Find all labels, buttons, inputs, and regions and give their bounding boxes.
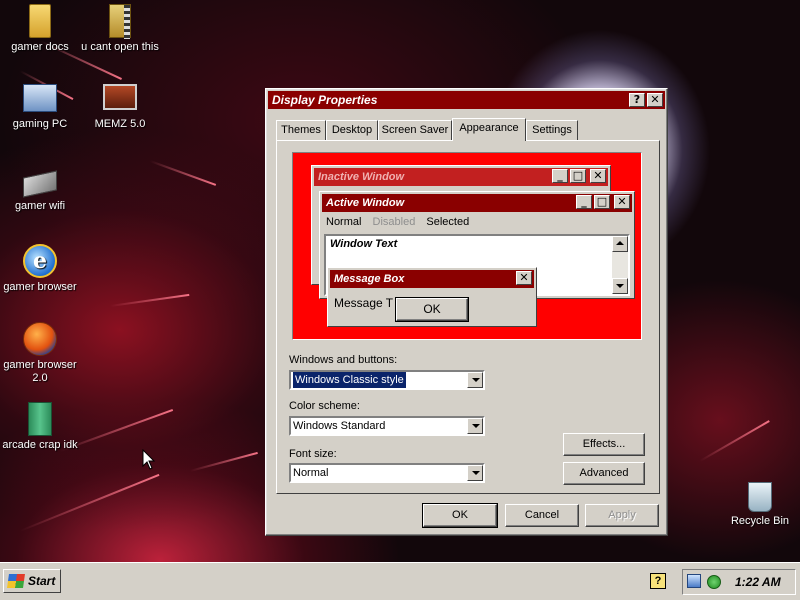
security-shield-icon[interactable] [707, 575, 721, 589]
memz-app-icon [103, 84, 137, 110]
firefox-icon [23, 322, 57, 356]
advanced-button[interactable]: Advanced [563, 462, 645, 485]
start-label: Start [28, 574, 56, 588]
tab-settings[interactable]: Settings [526, 120, 578, 140]
apply-button: Apply [585, 504, 659, 527]
scroll-up-icon [612, 236, 628, 252]
mouse-cursor-icon [142, 449, 156, 470]
appearance-preview: Inactive Window _ □ ✕ Active Window _ □ … [292, 152, 642, 340]
maximize-icon: □ [570, 169, 586, 183]
help-tray-icon[interactable]: ? [650, 573, 666, 589]
ok-button[interactable]: OK [422, 503, 498, 528]
cancel-button[interactable]: Cancel [505, 504, 579, 527]
preview-menu-selected: Selected [426, 216, 470, 228]
dialog-title-bar[interactable]: Display Properties ? ✕ [268, 91, 665, 109]
dialog-title: Display Properties [272, 93, 378, 107]
start-button[interactable]: Start [3, 569, 61, 593]
minimize-icon: _ [576, 195, 592, 209]
tab-screen-saver[interactable]: Screen Saver [378, 120, 452, 140]
taskbar-clock: 1:22 AM [735, 575, 781, 589]
computer-icon [23, 84, 57, 112]
preview-message-text: Message T [334, 296, 394, 310]
close-button[interactable]: ✕ [647, 93, 663, 107]
preview-active-title: Active Window [326, 197, 405, 209]
font-size-label: Font size: [289, 448, 337, 460]
preview-menu-normal: Normal [326, 216, 362, 228]
desktop-icon-gamer-browser-2[interactable]: gamer browser 2.0 [0, 322, 80, 385]
chevron-down-icon[interactable] [467, 372, 483, 388]
chevron-down-icon[interactable] [467, 465, 483, 481]
desktop-icon-u-cant-open-this[interactable]: u cant open this [80, 4, 160, 54]
recycle-bin-icon [748, 482, 772, 512]
network-icon [23, 170, 57, 198]
preview-scrollbar [612, 236, 628, 294]
color-scheme-select[interactable]: Windows Standard [289, 416, 485, 436]
tab-appearance[interactable]: Appearance [452, 118, 526, 141]
preview-message-title: Message Box [334, 273, 405, 285]
tab-themes[interactable]: Themes [276, 120, 326, 140]
chevron-down-icon[interactable] [467, 418, 483, 434]
scroll-down-icon [612, 278, 628, 294]
zip-folder-icon [109, 4, 131, 39]
system-tray: 1:22 AM [682, 569, 796, 595]
close-icon: ✕ [516, 271, 532, 285]
internet-explorer-icon: e [23, 244, 57, 278]
close-icon: ✕ [614, 195, 630, 209]
desktop-icon-gamer-docs[interactable]: gamer docs [0, 4, 80, 54]
minimize-icon: _ [552, 169, 568, 183]
preview-inactive-title: Inactive Window [318, 171, 405, 183]
desktop-icon-gamer-browser[interactable]: e gamer browser [0, 244, 80, 294]
preview-window-text: Window Text [330, 238, 398, 250]
close-icon: ✕ [590, 169, 606, 183]
maximize-icon: □ [594, 195, 610, 209]
windows-buttons-label: Windows and buttons: [289, 354, 398, 366]
desktop-icon-recycle-bin[interactable]: Recycle Bin [720, 482, 800, 528]
desktop-icon-memz[interactable]: MEMZ 5.0 [80, 84, 160, 131]
preview-message-box: Message Box ✕ Message T OK [327, 267, 537, 327]
green-book-icon [28, 402, 52, 436]
tab-desktop[interactable]: Desktop [326, 120, 378, 140]
preview-menu-disabled: Disabled [372, 216, 416, 228]
effects-button[interactable]: Effects... [563, 433, 645, 456]
desktop-icon-arcade-crap-idk[interactable]: arcade crap idk [0, 402, 80, 452]
desktop-icon-gamer-wifi[interactable]: gamer wifi [0, 168, 80, 213]
windows-buttons-select[interactable]: Windows Classic style [289, 370, 485, 390]
color-scheme-label: Color scheme: [289, 400, 360, 412]
folder-icon [29, 4, 51, 38]
desktop-icon-gaming-pc[interactable]: gaming PC [0, 84, 80, 131]
preview-ok-button: OK [395, 297, 469, 322]
windows-logo-icon [7, 574, 25, 588]
help-button[interactable]: ? [629, 93, 645, 107]
network-tray-icon[interactable] [687, 574, 701, 588]
taskbar: Start ? 1:22 AM [0, 562, 800, 600]
preview-menu-bar: Normal Disabled Selected [320, 214, 634, 232]
font-size-select[interactable]: Normal [289, 463, 485, 483]
